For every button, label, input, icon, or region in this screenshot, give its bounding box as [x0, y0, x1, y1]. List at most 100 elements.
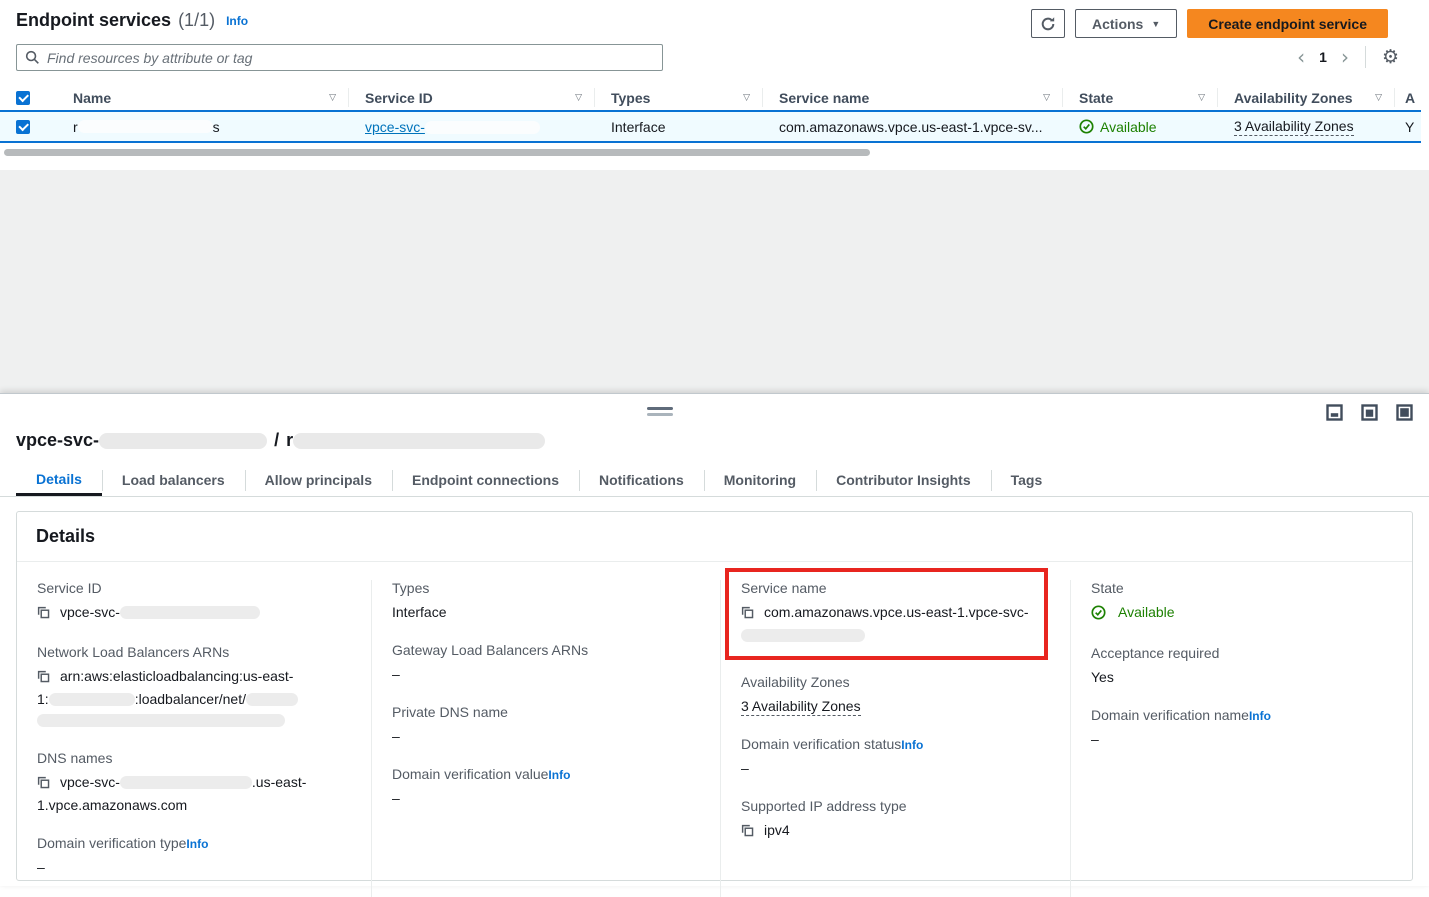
column-header-service-name[interactable]: Service name ▽: [763, 85, 1063, 110]
row-state-cell: Available: [1063, 112, 1218, 141]
column-header-name[interactable]: Name ▽: [46, 85, 349, 110]
detail-field-domain-verification-name: Domain verification nameInfo –: [1091, 707, 1392, 750]
tab-monitoring[interactable]: Monitoring: [704, 464, 816, 496]
column-header-types[interactable]: Types ▽: [595, 85, 763, 110]
tab-allow-principals[interactable]: Allow principals: [245, 464, 392, 496]
header-info-link[interactable]: Info: [226, 14, 248, 28]
resource-count: (1/1): [178, 10, 215, 31]
status-available: Available: [1079, 119, 1157, 135]
detail-field-state: StateAvailable: [1091, 580, 1392, 626]
detail-field-gateway-load-balancers-arns: Gateway Load Balancers ARNs–: [392, 642, 700, 685]
tab-tags[interactable]: Tags: [991, 464, 1063, 496]
detail-label: Private DNS name: [392, 704, 700, 720]
detail-value: –: [392, 726, 700, 747]
previous-page-icon[interactable]: ‹: [1297, 47, 1305, 67]
service-id-link[interactable]: vpce-svc-: [365, 119, 540, 135]
row-checkbox[interactable]: [16, 120, 30, 134]
detail-value: arn:aws:elasticloadbalancing:us-east-1::…: [37, 666, 351, 731]
filter-icon[interactable]: ▽: [1198, 93, 1205, 103]
detail-field-supported-ip-address-type: Supported IP address typeipv4: [741, 798, 1050, 843]
horizontal-scrollbar[interactable]: [4, 149, 870, 156]
copy-icon[interactable]: [741, 604, 754, 625]
detail-field-private-dns-name: Private DNS name –: [392, 704, 700, 747]
tab-notifications[interactable]: Notifications: [579, 464, 704, 496]
detail-label: Service name: [741, 580, 1032, 596]
filter-icon[interactable]: ▽: [743, 93, 750, 103]
detail-value: com.amazonaws.vpce.us-east-1.vpce-svc-: [741, 602, 1032, 646]
divider: [1365, 46, 1366, 68]
row-types-cell: Interface: [595, 112, 763, 141]
column-header-service-id[interactable]: Service ID ▽: [349, 85, 595, 110]
search-input[interactable]: [47, 50, 654, 66]
redacted-text: [49, 693, 135, 706]
panel-position-bottom-icon[interactable]: [1326, 404, 1343, 421]
detail-label: Gateway Load Balancers ARNs: [392, 642, 700, 658]
details-card-heading: Details: [17, 512, 1412, 562]
filter-icon[interactable]: ▽: [1043, 93, 1050, 103]
details-column: TypesInterface Gateway Load Balancers ARN…: [371, 580, 720, 897]
filter-icon[interactable]: ▽: [1375, 93, 1382, 103]
column-header-state[interactable]: State ▽: [1063, 85, 1218, 110]
detail-label: Domain verification typeInfo: [37, 835, 351, 851]
detail-label: Supported IP address type: [741, 798, 1050, 814]
panel-tabs: DetailsLoad balancersAllow principalsEnd…: [0, 464, 1429, 497]
filter-icon[interactable]: ▽: [575, 93, 582, 103]
redacted-text: [293, 433, 545, 449]
detail-label: Domain verification nameInfo: [1091, 707, 1392, 723]
panel-drag-handle[interactable]: [647, 407, 673, 419]
copy-icon[interactable]: [741, 822, 754, 843]
actions-button-label: Actions: [1092, 16, 1143, 32]
panel-position-half-icon[interactable]: [1361, 404, 1378, 421]
detail-field-availability-zones: Availability Zones 3 Availability Zones: [741, 674, 1050, 717]
select-all-checkbox[interactable]: [16, 91, 30, 105]
actions-button[interactable]: Actions ▼: [1075, 9, 1177, 38]
panel-title: vpce-svc-/r: [16, 430, 545, 451]
check-circle-icon: [1079, 119, 1094, 134]
info-link[interactable]: Info: [186, 837, 208, 851]
copy-icon[interactable]: [37, 774, 50, 795]
details-columns: Service IDvpce-svc-Network Load Balancer…: [17, 562, 1412, 877]
header-actions: Actions ▼ Create endpoint service: [1031, 9, 1388, 38]
create-endpoint-service-button[interactable]: Create endpoint service: [1187, 9, 1388, 38]
tab-details[interactable]: Details: [16, 464, 102, 496]
detail-field-service-id: Service IDvpce-svc-: [37, 580, 351, 625]
pagination: ‹ 1 › ⚙: [1297, 46, 1399, 68]
refresh-button[interactable]: [1031, 9, 1065, 38]
column-header-availability-zones[interactable]: Availability Zones ▽: [1218, 85, 1395, 110]
detail-field-domain-verification-status: Domain verification statusInfo–: [741, 736, 1050, 779]
search-icon: [25, 50, 40, 65]
detail-value: –: [741, 758, 1050, 779]
table-row[interactable]: rs vpce-svc- Interface com.amazonaws.vpc…: [0, 110, 1421, 143]
copy-icon[interactable]: [37, 668, 50, 689]
panel-position-full-icon[interactable]: [1396, 404, 1413, 421]
next-page-icon[interactable]: ›: [1341, 47, 1349, 67]
redacted-text: [246, 693, 298, 706]
copy-icon[interactable]: [37, 604, 50, 625]
settings-gear-icon[interactable]: ⚙: [1382, 46, 1399, 68]
tab-load-balancers[interactable]: Load balancers: [102, 464, 245, 496]
info-link[interactable]: Info: [901, 738, 923, 752]
details-card: Details Service IDvpce-svc-Network Load …: [16, 511, 1413, 881]
search-box: [16, 44, 663, 71]
detail-value: 3 Availability Zones: [741, 696, 1050, 717]
detail-field-types: TypesInterface: [392, 580, 700, 623]
detail-label: Availability Zones: [741, 674, 1050, 690]
detail-value: –: [392, 788, 700, 809]
row-service-id-cell: vpce-svc-: [349, 112, 595, 141]
current-page[interactable]: 1: [1317, 49, 1329, 65]
availability-zones-link[interactable]: 3 Availability Zones: [741, 698, 861, 716]
page-header: Endpoint services (1/1) Info: [16, 10, 248, 31]
detail-value: –: [1091, 729, 1392, 750]
detail-field-domain-verification-type: Domain verification typeInfo–: [37, 835, 351, 878]
redacted-text: [120, 606, 260, 619]
tab-contributor-insights[interactable]: Contributor Insights: [816, 464, 991, 496]
row-az-cell: 3 Availability Zones: [1218, 112, 1395, 141]
redacted-text: [78, 120, 213, 133]
info-link[interactable]: Info: [548, 768, 570, 782]
redacted-text: [741, 629, 865, 642]
detail-field-dns-names: DNS namesvpce-svc-.us-east-1.vpce.amazon…: [37, 750, 351, 816]
tab-endpoint-connections[interactable]: Endpoint connections: [392, 464, 579, 496]
filter-icon[interactable]: ▽: [329, 93, 336, 103]
info-link[interactable]: Info: [1249, 709, 1271, 723]
availability-zones-link[interactable]: 3 Availability Zones: [1234, 118, 1354, 136]
